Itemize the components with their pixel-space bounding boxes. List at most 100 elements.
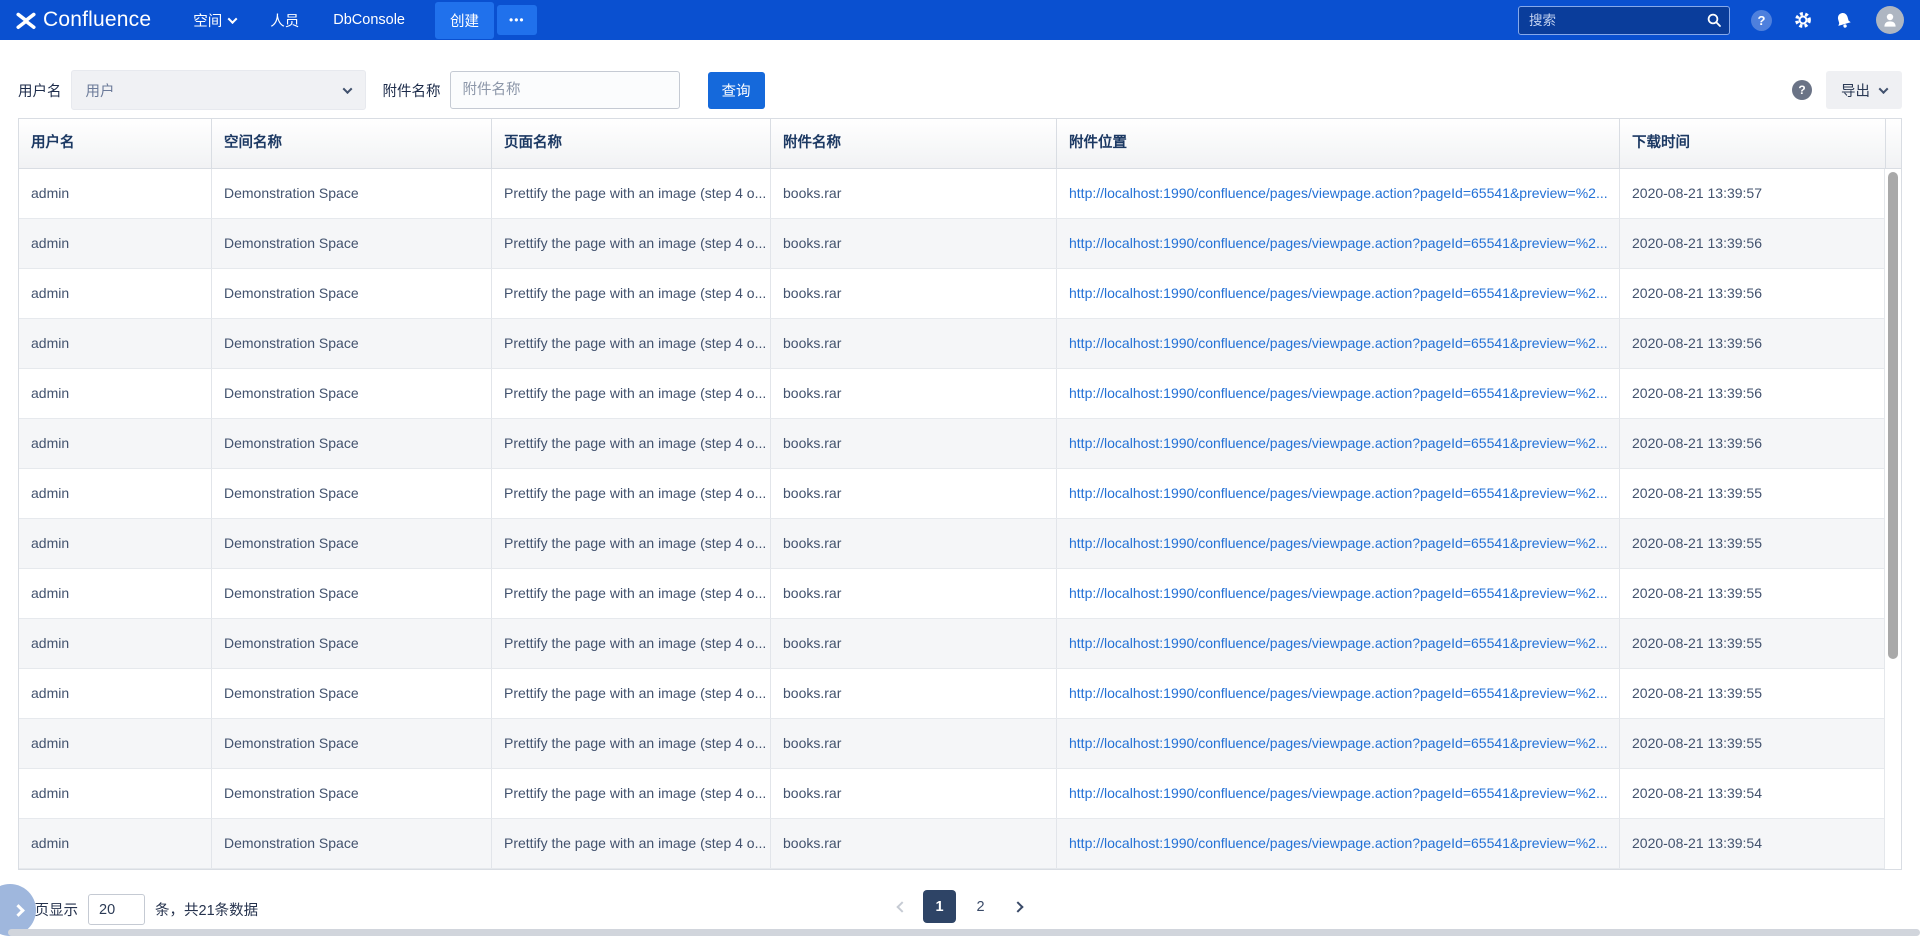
person-icon — [1881, 11, 1899, 29]
cell-username: admin — [19, 619, 211, 668]
nav-item-people[interactable]: 人员 — [270, 10, 299, 31]
username-label: 用户名 — [18, 80, 62, 101]
cell-download-time: 2020-08-21 13:39:54 — [1619, 819, 1901, 868]
nav-item-dbconsole-label: DbConsole — [333, 12, 405, 28]
cell-attachment-name: books.rar — [770, 519, 1056, 568]
cell-space-name: Demonstration Space — [211, 819, 491, 868]
help-icon[interactable]: ? — [1751, 10, 1772, 31]
attachment-url-link[interactable]: http://localhost:1990/confluence/pages/v… — [1069, 385, 1608, 401]
cell-username: admin — [19, 669, 211, 718]
attachment-name-label: 附件名称 — [383, 80, 441, 101]
vertical-scrollbar-track[interactable] — [1884, 169, 1901, 869]
cell-space-name: Demonstration Space — [211, 519, 491, 568]
filter-bar: 用户名 用户 附件名称 查询 ? 导出 — [0, 40, 1920, 118]
cell-attachment-name: books.rar — [770, 269, 1056, 318]
chevron-down-icon — [228, 14, 238, 24]
cell-space-name: Demonstration Space — [211, 669, 491, 718]
pagination-bar: 每页显示 条，共21条数据 1 2 — [0, 890, 1920, 934]
table-row: admin Demonstration Space Prettify the p… — [19, 269, 1901, 319]
search-input[interactable] — [1518, 6, 1730, 35]
attachment-url-link[interactable]: http://localhost:1990/confluence/pages/v… — [1069, 535, 1608, 551]
nav-item-spaces[interactable]: 空间 — [193, 10, 236, 31]
settings-gear-icon[interactable] — [1793, 10, 1813, 30]
search-icon[interactable] — [1706, 12, 1722, 31]
page-button-1[interactable]: 1 — [923, 890, 956, 923]
cell-username: admin — [19, 819, 211, 868]
cell-username: admin — [19, 719, 211, 768]
cell-page-name: Prettify the page with an image (step 4 … — [491, 669, 770, 718]
create-button[interactable]: 创建 — [435, 2, 494, 39]
query-button[interactable]: 查询 — [708, 72, 765, 109]
confluence-logo-icon — [16, 10, 36, 30]
attachment-url-link[interactable]: http://localhost:1990/confluence/pages/v… — [1069, 785, 1608, 801]
cell-download-time: 2020-08-21 13:39:56 — [1619, 419, 1901, 468]
next-page-button[interactable] — [1005, 890, 1031, 923]
cell-username: admin — [19, 319, 211, 368]
cell-space-name: Demonstration Space — [211, 719, 491, 768]
notifications-bell-icon[interactable] — [1834, 11, 1853, 30]
cell-username: admin — [19, 419, 211, 468]
attachment-url-link[interactable]: http://localhost:1990/confluence/pages/v… — [1069, 185, 1608, 201]
attachment-url-link[interactable]: http://localhost:1990/confluence/pages/v… — [1069, 235, 1608, 251]
nav-item-spaces-label: 空间 — [193, 10, 222, 31]
attachment-url-link[interactable]: http://localhost:1990/confluence/pages/v… — [1069, 835, 1608, 851]
cell-page-name: Prettify the page with an image (step 4 … — [491, 569, 770, 618]
attachment-url-link[interactable]: http://localhost:1990/confluence/pages/v… — [1069, 435, 1608, 451]
cell-attachment-name: books.rar — [770, 319, 1056, 368]
cell-page-name: Prettify the page with an image (step 4 … — [491, 519, 770, 568]
cell-attachment-location: http://localhost:1990/confluence/pages/v… — [1056, 719, 1619, 768]
cell-attachment-name: books.rar — [770, 169, 1056, 218]
nav-item-dbconsole[interactable]: DbConsole — [333, 12, 405, 28]
cell-page-name: Prettify the page with an image (step 4 … — [491, 169, 770, 218]
cell-attachment-location: http://localhost:1990/confluence/pages/v… — [1056, 769, 1619, 818]
per-page-input[interactable] — [88, 894, 145, 925]
cell-download-time: 2020-08-21 13:39:55 — [1619, 519, 1901, 568]
prev-page-button[interactable] — [889, 890, 915, 923]
attachment-name-input[interactable] — [450, 71, 680, 109]
cell-page-name: Prettify the page with an image (step 4 … — [491, 619, 770, 668]
cell-attachment-name: books.rar — [770, 619, 1056, 668]
cell-username: admin — [19, 769, 211, 818]
username-select-value: 用户 — [86, 80, 115, 101]
attachment-url-link[interactable]: http://localhost:1990/confluence/pages/v… — [1069, 685, 1608, 701]
table-row: admin Demonstration Space Prettify the p… — [19, 369, 1901, 419]
user-avatar[interactable] — [1876, 6, 1904, 34]
attachment-url-link[interactable]: http://localhost:1990/confluence/pages/v… — [1069, 585, 1608, 601]
cell-username: admin — [19, 169, 211, 218]
column-header-attachment-location: 附件位置 — [1056, 119, 1619, 168]
cell-attachment-location: http://localhost:1990/confluence/pages/v… — [1056, 669, 1619, 718]
header-scrollbar-spacer — [1885, 119, 1901, 168]
page-button-2[interactable]: 2 — [964, 890, 997, 923]
attachment-url-link[interactable]: http://localhost:1990/confluence/pages/v… — [1069, 485, 1608, 501]
cell-download-time: 2020-08-21 13:39:55 — [1619, 469, 1901, 518]
more-menu-button[interactable]: ••• — [497, 5, 537, 35]
cell-page-name: Prettify the page with an image (step 4 … — [491, 819, 770, 868]
confluence-home-link[interactable]: Confluence — [16, 8, 151, 32]
attachment-url-link[interactable]: http://localhost:1990/confluence/pages/v… — [1069, 635, 1608, 651]
page-help-icon[interactable]: ? — [1792, 80, 1812, 100]
table-row: admin Demonstration Space Prettify the p… — [19, 319, 1901, 369]
cell-download-time: 2020-08-21 13:39:55 — [1619, 619, 1901, 668]
cell-page-name: Prettify the page with an image (step 4 … — [491, 719, 770, 768]
horizontal-scrollbar[interactable] — [8, 929, 1920, 936]
attachment-url-link[interactable]: http://localhost:1990/confluence/pages/v… — [1069, 335, 1608, 351]
cell-download-time: 2020-08-21 13:39:55 — [1619, 569, 1901, 618]
cell-download-time: 2020-08-21 13:39:56 — [1619, 369, 1901, 418]
chevron-down-icon — [342, 84, 352, 94]
cell-attachment-location: http://localhost:1990/confluence/pages/v… — [1056, 219, 1619, 268]
username-select[interactable]: 用户 — [71, 70, 366, 110]
attachment-url-link[interactable]: http://localhost:1990/confluence/pages/v… — [1069, 735, 1608, 751]
column-header-page-name: 页面名称 — [491, 119, 770, 168]
cell-attachment-location: http://localhost:1990/confluence/pages/v… — [1056, 819, 1619, 868]
cell-page-name: Prettify the page with an image (step 4 … — [491, 769, 770, 818]
cell-space-name: Demonstration Space — [211, 219, 491, 268]
table-body: admin Demonstration Space Prettify the p… — [19, 169, 1901, 869]
chevron-left-icon — [896, 901, 907, 912]
export-button[interactable]: 导出 — [1826, 71, 1902, 109]
vertical-scrollbar-thumb[interactable] — [1888, 172, 1898, 659]
cell-attachment-name: books.rar — [770, 769, 1056, 818]
cell-page-name: Prettify the page with an image (step 4 … — [491, 419, 770, 468]
cell-download-time: 2020-08-21 13:39:56 — [1619, 219, 1901, 268]
table-row: admin Demonstration Space Prettify the p… — [19, 469, 1901, 519]
attachment-url-link[interactable]: http://localhost:1990/confluence/pages/v… — [1069, 285, 1608, 301]
